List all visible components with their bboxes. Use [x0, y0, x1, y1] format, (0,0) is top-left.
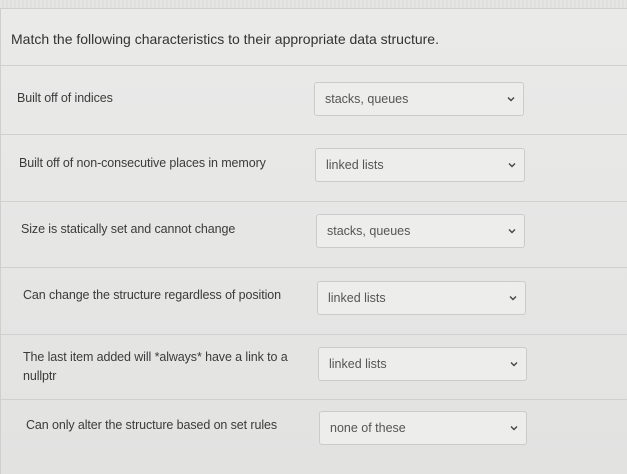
chevron-down-icon: [507, 95, 515, 103]
question-card: Match the following characteristics to t…: [0, 8, 627, 474]
answer-select-2[interactable]: linked lists: [315, 148, 525, 182]
question-text: Match the following characteristics to t…: [11, 31, 439, 47]
selected-value-1: stacks, queues: [325, 92, 409, 106]
prompt-3: Size is statically set and cannot change: [21, 222, 236, 236]
divider: [1, 201, 627, 202]
chevron-down-icon: [510, 360, 518, 368]
answer-select-6[interactable]: none of these: [319, 411, 527, 445]
prompt-2: Built off of non-consecutive places in m…: [19, 156, 266, 170]
chevron-down-icon: [509, 294, 517, 302]
divider: [1, 65, 627, 66]
answer-select-3[interactable]: stacks, queues: [316, 214, 525, 248]
divider: [1, 134, 627, 135]
answer-select-1[interactable]: stacks, queues: [314, 82, 524, 116]
prompt-5: The last item added will *always* have a…: [23, 350, 288, 383]
selected-value-5: linked lists: [329, 357, 387, 371]
selected-value-4: linked lists: [328, 291, 386, 305]
selected-value-2: linked lists: [326, 158, 384, 172]
prompt-4: Can change the structure regardless of p…: [23, 288, 281, 302]
divider: [1, 399, 627, 400]
divider: [1, 334, 627, 335]
answer-select-4[interactable]: linked lists: [317, 281, 526, 315]
chevron-down-icon: [510, 424, 518, 432]
chevron-down-icon: [508, 161, 516, 169]
prompt-6: Can only alter the structure based on se…: [26, 418, 277, 432]
answer-select-5[interactable]: linked lists: [318, 347, 527, 381]
chevron-down-icon: [508, 227, 516, 235]
screen: Match the following characteristics to t…: [0, 0, 627, 474]
divider: [1, 267, 627, 268]
selected-value-3: stacks, queues: [327, 224, 411, 238]
prompt-1: Built off of indices: [17, 91, 113, 105]
selected-value-6: none of these: [330, 421, 406, 435]
